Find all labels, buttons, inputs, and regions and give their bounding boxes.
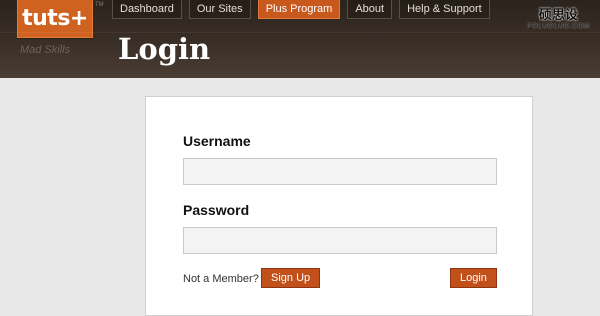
watermark-line1: 硕思设 — [538, 7, 578, 22]
site-header: tuts+ TM Mad Skills Dashboard Our Sites … — [0, 0, 600, 78]
nav-item-help-support[interactable]: Help & Support — [399, 0, 490, 19]
watermark-line2: POLUOLUO.COM — [526, 23, 590, 30]
username-label: Username — [183, 133, 251, 149]
sign-up-button[interactable]: Sign Up — [261, 268, 321, 288]
login-button[interactable]: Login — [450, 268, 497, 288]
nav-item-dashboard[interactable]: Dashboard — [112, 0, 182, 19]
page-title: Login — [118, 32, 211, 66]
logo-text: tuts+ — [22, 6, 88, 31]
watermark: 硕思设 POLUOLUO.COM — [527, 8, 590, 32]
tagline: Mad Skills — [20, 44, 71, 56]
username-input[interactable] — [183, 158, 497, 185]
nav-item-plus-program[interactable]: Plus Program — [257, 0, 341, 19]
password-label: Password — [183, 202, 250, 218]
main-nav: Dashboard Our Sites Plus Program About H… — [112, 0, 490, 20]
tuts-logo[interactable]: tuts+ — [17, 0, 93, 38]
not-member-text: Not a Member? — [183, 273, 259, 285]
login-card: Username Password Not a Member? Sign Up … — [145, 96, 533, 316]
password-input[interactable] — [183, 227, 497, 254]
trademark-mark: TM — [95, 2, 104, 8]
nav-item-our-sites[interactable]: Our Sites — [188, 0, 251, 19]
nav-item-about[interactable]: About — [347, 0, 393, 19]
